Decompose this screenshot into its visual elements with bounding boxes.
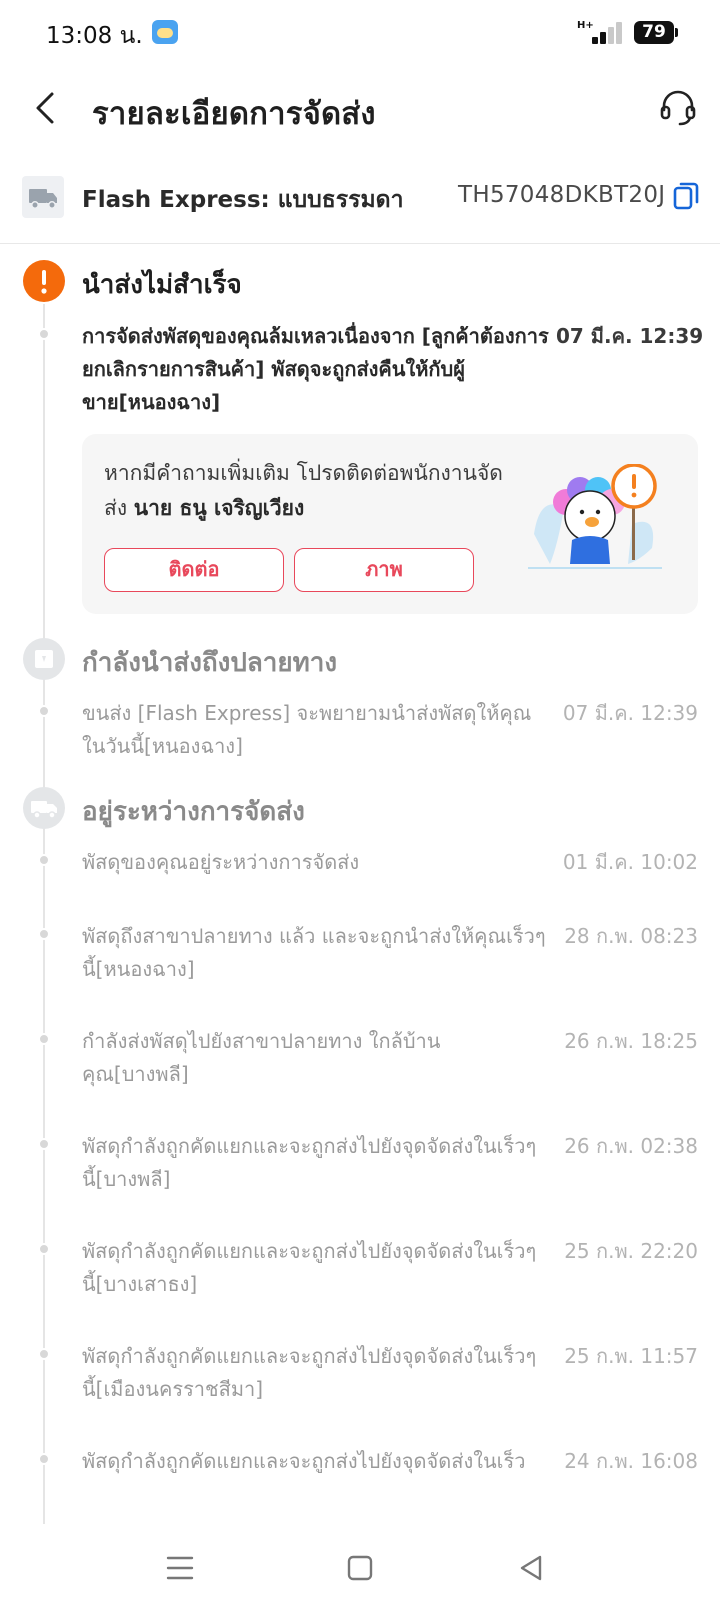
system-nav-bar bbox=[0, 1524, 720, 1612]
weather-icon bbox=[152, 20, 178, 44]
timeline-dot bbox=[38, 1033, 50, 1045]
event-time: 26 ก.พ. 02:38 bbox=[564, 1134, 698, 1158]
mascot-illustration bbox=[528, 463, 662, 574]
photo-button[interactable]: ภาพ bbox=[294, 548, 474, 592]
timeline-dot bbox=[38, 1138, 50, 1150]
carrier-name: Flash Express: แบบธรรมดา bbox=[82, 187, 404, 213]
menu-icon[interactable] bbox=[158, 1546, 202, 1590]
home-icon[interactable] bbox=[338, 1546, 382, 1590]
app-header: รายละเอียดการจัดส่ง bbox=[0, 66, 720, 152]
headset-icon bbox=[660, 90, 696, 126]
event-text: พัสดุกำลังถูกคัดแยกและจะถูกส่งไปยังจุดจั… bbox=[82, 1239, 537, 1296]
event-time: 25 ก.พ. 11:57 bbox=[564, 1344, 698, 1368]
status-time: 13:08 น. bbox=[46, 23, 143, 49]
courier-contact-card: หากมีคำถามเพิ่มเติม โปรดติดต่อพนักงานจัด… bbox=[82, 434, 698, 614]
event-time: 07 มี.ค. 12:39 bbox=[556, 324, 704, 348]
event-text: พัสดุของคุณอยู่ระหว่างการจัดส่ง bbox=[82, 850, 360, 874]
event-text: พัสดุกำลังถูกคัดแยกและจะถูกส่งไปยังจุดจั… bbox=[82, 1344, 537, 1401]
truck-icon bbox=[23, 787, 65, 829]
timeline-dot bbox=[38, 705, 50, 717]
stage-title: นำส่งไม่สำเร็จ bbox=[82, 270, 242, 300]
parcel-icon bbox=[23, 638, 65, 680]
event-text: พัสดุกำลังถูกคัดแยกและจะถูกส่งไปยังจุดจั… bbox=[82, 1449, 526, 1473]
event-time: 28 ก.พ. 08:23 bbox=[564, 924, 698, 948]
support-button[interactable] bbox=[656, 86, 700, 130]
battery-indicator: 79 bbox=[634, 21, 678, 44]
event-text: ขนส่ง [Flash Express] จะพยายามนำส่งพัสดุ… bbox=[82, 701, 532, 758]
back-arrow-icon bbox=[36, 92, 54, 124]
carrier-row: Flash Express: แบบธรรมดา TH57048DKBT20J bbox=[0, 152, 720, 244]
stage-title: อยู่ระหว่างการจัดส่ง bbox=[82, 797, 305, 827]
stage-title: กำลังนำส่งถึงปลายทาง bbox=[82, 648, 338, 678]
event-time: 26 ก.พ. 18:25 bbox=[564, 1029, 698, 1053]
copy-icon[interactable] bbox=[672, 180, 700, 212]
tracking-number: TH57048DKBT20J bbox=[458, 182, 666, 208]
timeline-dot bbox=[38, 854, 50, 866]
event-text: พัสดุถึงสาขาปลายทาง แล้ว และจะถูกนำส่งให… bbox=[82, 924, 546, 981]
event-text: การจัดส่งพัสดุของคุณล้มเหลวเนื่องจาก [ลู… bbox=[82, 324, 549, 414]
contact-button[interactable]: ติดต่อ bbox=[104, 548, 284, 592]
status-bar: 13:08 น. H+ 79 bbox=[0, 0, 720, 66]
timeline-dot bbox=[38, 328, 50, 340]
event-time: 01 มี.ค. 10:02 bbox=[562, 850, 698, 874]
timeline-dot bbox=[38, 1348, 50, 1360]
timeline-dot bbox=[38, 1453, 50, 1465]
alert-icon bbox=[23, 260, 65, 302]
timeline-line bbox=[43, 304, 45, 1524]
event-text: กำลังส่งพัสดุไปยังสาขาปลายทาง ใกล้บ้านคุ… bbox=[82, 1029, 441, 1086]
back-button[interactable] bbox=[28, 86, 68, 130]
courier-name: นาย ธนู เจริญเวียง bbox=[133, 496, 305, 520]
timeline-dot bbox=[38, 1243, 50, 1255]
signal-icon bbox=[592, 20, 624, 44]
event-time: 25 ก.พ. 22:20 bbox=[564, 1239, 698, 1263]
page-title: รายละเอียดการจัดส่ง bbox=[92, 96, 376, 132]
event-time: 07 มี.ค. 12:39 bbox=[562, 701, 698, 725]
tracking-timeline: นำส่งไม่สำเร็จ การจัดส่งพัสดุของคุณล้มเห… bbox=[0, 244, 720, 1524]
truck-icon bbox=[22, 176, 64, 218]
back-triangle-icon[interactable] bbox=[510, 1546, 554, 1590]
event-text: พัสดุกำลังถูกคัดแยกและจะถูกส่งไปยังจุดจั… bbox=[82, 1134, 537, 1191]
timeline-dot bbox=[38, 928, 50, 940]
contact-message: หากมีคำถามเพิ่มเติม โปรดติดต่อพนักงานจัด… bbox=[104, 461, 503, 520]
event-time: 24 ก.พ. 16:08 bbox=[564, 1449, 698, 1473]
